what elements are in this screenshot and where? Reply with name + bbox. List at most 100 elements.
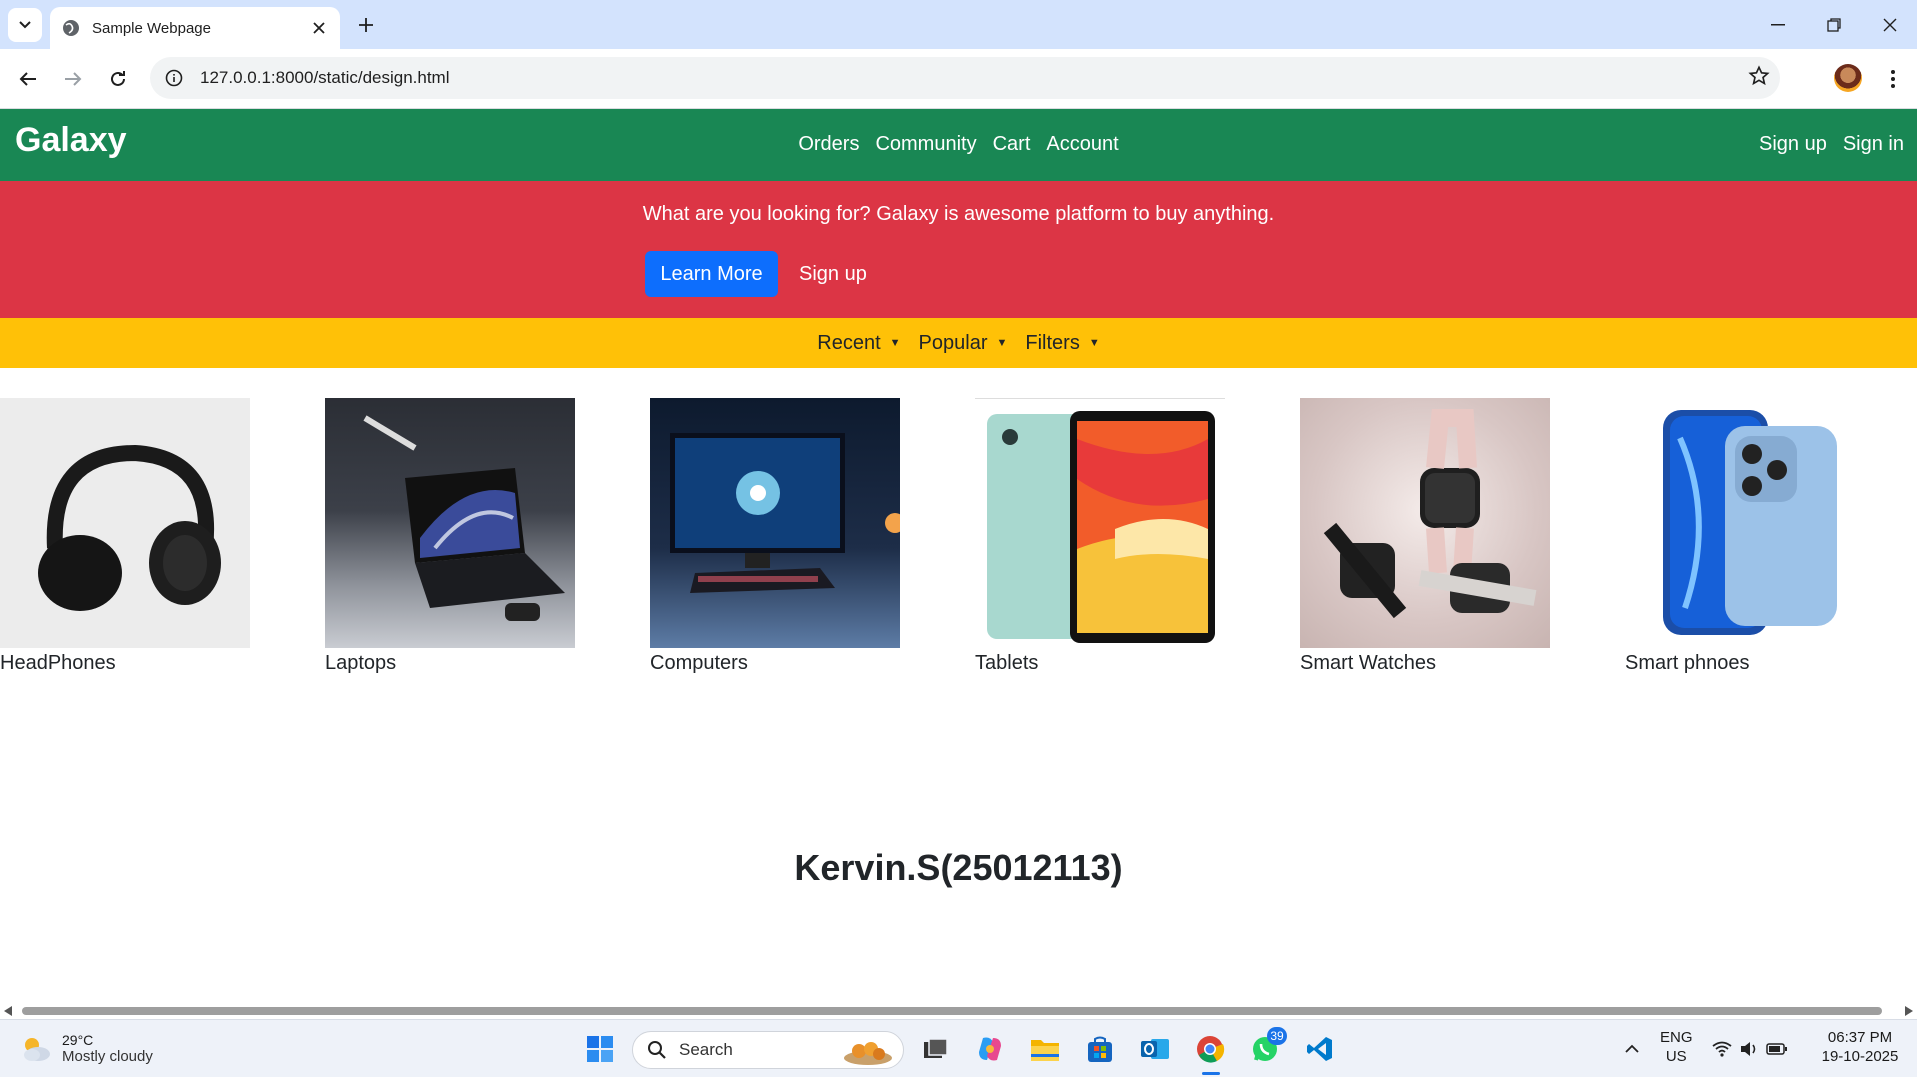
tab-close-icon[interactable]	[306, 15, 332, 41]
smart-watches-image[interactable]	[1300, 398, 1550, 648]
whatsapp-badge: 39	[1267, 1027, 1287, 1045]
nav-links: Orders Community Cart Account	[0, 133, 1917, 156]
task-view-icon[interactable]	[915, 1029, 955, 1069]
product-label: Smart phnoes	[1625, 652, 1750, 674]
windows-start-icon[interactable]	[580, 1029, 620, 1069]
new-tab-icon[interactable]	[352, 11, 380, 39]
search-label: Search	[679, 1040, 733, 1059]
tablets-image[interactable]	[975, 398, 1225, 648]
caret-down-icon: ▼	[889, 337, 901, 349]
weather-cloudy-icon	[24, 1037, 50, 1061]
show-hidden-icons[interactable]	[1612, 1029, 1652, 1069]
copilot-icon[interactable]	[970, 1029, 1010, 1069]
nav-orders[interactable]: Orders	[798, 133, 859, 156]
product-label: Laptops	[325, 652, 397, 674]
clock-time: 06:37 PM	[1827, 1029, 1893, 1046]
popular-label: Popular	[918, 331, 988, 354]
popular-dropdown[interactable]: Popular ▼	[919, 332, 1008, 355]
filter-bar: Recent ▼ Popular ▼ Filters ▼	[0, 318, 1917, 368]
close-window-icon[interactable]	[1862, 0, 1917, 49]
browser-menu-icon[interactable]	[1880, 61, 1906, 97]
nav-sign-up[interactable]: Sign up	[1759, 133, 1827, 156]
microsoft-store-icon[interactable]	[1080, 1029, 1120, 1069]
laptops-image[interactable]	[325, 398, 575, 648]
filters-dropdown[interactable]: Filters ▼	[1025, 332, 1099, 355]
windows-taskbar: 29°C Mostly cloudy Search 39 ENG US 06:3…	[0, 1019, 1917, 1077]
chevron-down-icon	[19, 21, 31, 29]
outlook-icon[interactable]	[1135, 1029, 1175, 1069]
browser-tab-bar: Sample Webpage	[0, 0, 1917, 49]
smart-phones-image[interactable]	[1625, 398, 1875, 648]
vscode-icon[interactable]	[1300, 1029, 1340, 1069]
search-highlight-icon	[844, 1042, 892, 1065]
recent-dropdown[interactable]: Recent ▼	[817, 332, 900, 355]
battery-icon	[1766, 1043, 1787, 1055]
product-label: HeadPhones	[0, 652, 116, 674]
site-navbar: Galaxy Orders Community Cart Account Sig…	[0, 109, 1917, 181]
hero-sign-up-link[interactable]: Sign up	[799, 263, 867, 286]
computers-image[interactable]	[650, 398, 900, 648]
filters-label: Filters	[1025, 331, 1080, 354]
nav-sign-in[interactable]: Sign in	[1843, 133, 1904, 156]
address-bar[interactable]: 127.0.0.1:8000/static/design.html	[150, 57, 1780, 99]
wifi-icon	[1712, 1041, 1732, 1057]
tab-search-button[interactable]	[8, 8, 42, 42]
nav-cart[interactable]: Cart	[993, 133, 1031, 156]
active-app-indicator	[1202, 1072, 1220, 1075]
reload-icon[interactable]	[100, 61, 136, 97]
tab-title: Sample Webpage	[92, 19, 211, 37]
product-label: Smart Watches	[1300, 652, 1436, 674]
caret-down-icon: ▼	[996, 337, 1008, 349]
footer-student-name: Kervin.S(25012113)	[794, 847, 1123, 888]
bookmark-star-icon[interactable]	[1748, 65, 1770, 92]
chrome-icon[interactable]	[1190, 1029, 1230, 1075]
file-explorer-icon[interactable]	[1025, 1029, 1065, 1069]
headphones-image[interactable]	[0, 398, 250, 648]
restore-icon[interactable]	[1806, 0, 1862, 49]
taskbar-search[interactable]: Search	[632, 1031, 904, 1069]
clock-date: 19-10-2025	[1821, 1048, 1899, 1065]
weather-widget[interactable]: 29°C Mostly cloudy	[20, 1032, 153, 1065]
product-card-smart-phones[interactable]: Smart phnoes	[1625, 398, 1875, 675]
whatsapp-icon[interactable]: 39	[1245, 1027, 1287, 1069]
product-card-laptops[interactable]: Laptops	[325, 398, 575, 675]
region-code: US	[1665, 1048, 1687, 1065]
hero-banner: What are you looking for? Galaxy is awes…	[0, 181, 1917, 318]
address-toolbar: 127.0.0.1:8000/static/design.html	[0, 49, 1917, 109]
product-card-headphones[interactable]: HeadPhones	[0, 398, 250, 675]
weather-condition: Mostly cloudy	[62, 1048, 153, 1065]
url-text: 127.0.0.1:8000/static/design.html	[200, 68, 450, 87]
language-indicator[interactable]: ENG US	[1660, 1028, 1693, 1066]
back-icon[interactable]	[10, 61, 46, 97]
product-card-smart-watches[interactable]: Smart Watches	[1300, 398, 1550, 675]
search-icon	[648, 1041, 666, 1059]
system-tray-status[interactable]	[1710, 1029, 1790, 1069]
horizontal-scrollbar[interactable]	[0, 1003, 1917, 1019]
language-code: ENG	[1660, 1029, 1693, 1046]
scroll-right-icon[interactable]	[1905, 1006, 1913, 1016]
clock[interactable]: 06:37 PM 19-10-2025	[1815, 1028, 1905, 1066]
product-card-computers[interactable]: Computers	[650, 398, 900, 675]
auth-links: Sign up Sign in	[1759, 133, 1904, 156]
product-label: Tablets	[975, 652, 1039, 674]
weather-temperature: 29°C	[62, 1032, 94, 1048]
scrollbar-thumb[interactable]	[22, 1007, 1882, 1015]
product-card-tablets[interactable]: Tablets	[975, 398, 1225, 675]
profile-avatar[interactable]	[1834, 64, 1862, 92]
nav-community[interactable]: Community	[875, 133, 976, 156]
hero-message: What are you looking for? Galaxy is awes…	[642, 203, 1275, 225]
globe-icon	[63, 20, 79, 36]
scroll-left-icon[interactable]	[4, 1006, 12, 1016]
nav-account[interactable]: Account	[1046, 133, 1118, 156]
browser-tab[interactable]: Sample Webpage	[50, 7, 340, 49]
product-label: Computers	[650, 652, 748, 674]
page-viewport: Galaxy Orders Community Cart Account Sig…	[0, 109, 1917, 1009]
caret-down-icon: ▼	[1088, 337, 1100, 349]
recent-label: Recent	[817, 331, 881, 354]
minimize-icon[interactable]	[1750, 0, 1806, 49]
site-info-icon[interactable]	[154, 58, 194, 98]
volume-icon	[1741, 1042, 1756, 1056]
product-grid: HeadPhones Laptops Computers Tablets Sma…	[0, 368, 1917, 708]
forward-icon[interactable]	[55, 61, 91, 97]
learn-more-button[interactable]: Learn More	[645, 251, 778, 297]
